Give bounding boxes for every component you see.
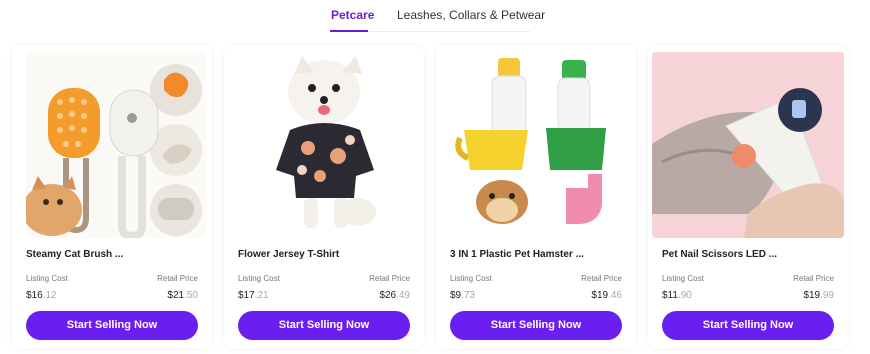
start-selling-button[interactable]: Start Selling Now — [662, 311, 834, 340]
retail-price-label: Retail Price — [581, 274, 622, 283]
product-card[interactable]: Pet Nail Scissors LED ... Listing Cost R… — [648, 46, 848, 348]
listing-cost-value: $11.90 — [662, 290, 692, 301]
listing-cost-label: Listing Cost — [26, 274, 68, 283]
product-name[interactable]: Pet Nail Scissors LED ... — [662, 249, 777, 260]
product-card[interactable]: Flower Jersey T-Shirt Listing Cost Retai… — [224, 46, 424, 348]
retail-price-label: Retail Price — [793, 274, 834, 283]
start-selling-button[interactable]: Start Selling Now — [238, 311, 410, 340]
retail-price-value: $19.99 — [803, 290, 834, 301]
retail-price-value: $21.50 — [167, 290, 198, 301]
product-image-hamster-bottle[interactable] — [450, 52, 630, 238]
product-name[interactable]: 3 IN 1 Plastic Pet Hamster ... — [450, 249, 584, 260]
listing-cost-value: $9.73 — [450, 290, 476, 301]
listing-cost-label: Listing Cost — [450, 274, 492, 283]
listing-cost-label: Listing Cost — [662, 274, 704, 283]
tab-petcare[interactable]: Petcare — [331, 8, 374, 22]
tab-leashes-collars-petwear[interactable]: Leashes, Collars & Petwear — [397, 8, 545, 22]
listing-cost-value: $17.21 — [238, 290, 269, 301]
active-tab-underline — [330, 30, 368, 32]
product-image-cat-brush[interactable] — [26, 52, 206, 238]
start-selling-button[interactable]: Start Selling Now — [450, 311, 622, 340]
retail-price-label: Retail Price — [157, 274, 198, 283]
product-name[interactable]: Steamy Cat Brush ... — [26, 249, 123, 260]
product-name[interactable]: Flower Jersey T-Shirt — [238, 249, 339, 260]
product-image-nail-scissors[interactable] — [652, 52, 844, 238]
retail-price-label: Retail Price — [369, 274, 410, 283]
retail-price-value: $26.49 — [379, 290, 410, 301]
tab-divider — [368, 31, 530, 32]
start-selling-button[interactable]: Start Selling Now — [26, 311, 198, 340]
retail-price-value: $19.46 — [591, 290, 622, 301]
listing-cost-value: $16.12 — [26, 290, 57, 301]
product-card[interactable]: Steamy Cat Brush ... Listing Cost Retail… — [12, 46, 212, 348]
product-image-dog-shirt[interactable] — [238, 52, 418, 238]
product-card[interactable]: 3 IN 1 Plastic Pet Hamster ... Listing C… — [436, 46, 636, 348]
listing-cost-label: Listing Cost — [238, 274, 280, 283]
category-tabs: Petcare Leashes, Collars & Petwear — [0, 0, 870, 32]
